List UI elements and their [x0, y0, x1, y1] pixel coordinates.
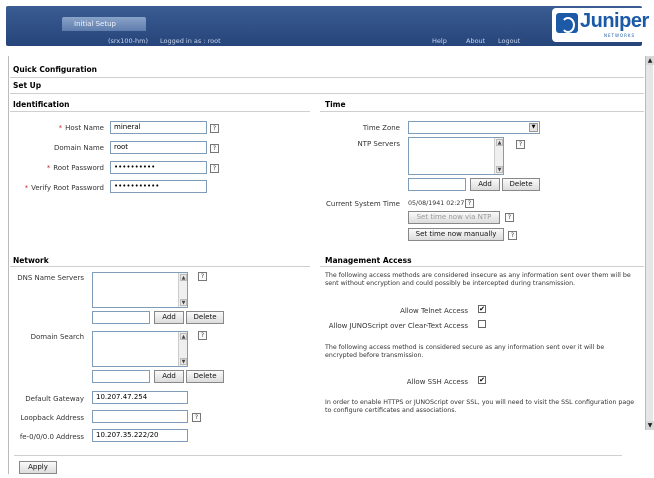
- default-gateway-label: Default Gateway: [25, 395, 84, 403]
- scroll-down-icon[interactable]: ▼: [646, 421, 654, 430]
- root-password-input[interactable]: ••••••••••: [110, 161, 207, 174]
- telnet-checkbox[interactable]: ✔: [478, 305, 486, 313]
- divider: [14, 455, 622, 456]
- telnet-label: Allow Telnet Access: [400, 307, 468, 315]
- time-zone-select[interactable]: ▼: [408, 121, 540, 134]
- juniper-logo-icon: [556, 13, 578, 33]
- scroll-down-icon[interactable]: ▼: [180, 299, 187, 306]
- scroll-down-icon[interactable]: ▼: [496, 166, 503, 173]
- domain-name-label: Domain Name: [53, 144, 104, 152]
- delete-dns-button[interactable]: Delete: [186, 311, 224, 324]
- divider: [10, 111, 310, 112]
- add-dns-button[interactable]: Add: [154, 311, 184, 324]
- logo-subtext: NETWORKS: [604, 33, 636, 38]
- help-icon[interactable]: ?: [198, 272, 207, 281]
- page-title: Quick Configuration: [13, 65, 98, 74]
- add-domain-button[interactable]: Add: [154, 370, 184, 383]
- host-name-label: * Host Name: [58, 124, 104, 132]
- time-zone-label: Time Zone: [362, 124, 400, 132]
- loopback-input[interactable]: [92, 410, 188, 423]
- logged-in-label: Logged in as : root: [160, 37, 221, 45]
- ntp-server-input[interactable]: [408, 178, 466, 191]
- domain-search-label: Domain Search: [30, 333, 84, 341]
- divider: [320, 111, 644, 112]
- divider: [10, 77, 644, 78]
- logout-link[interactable]: Logout: [498, 37, 520, 45]
- secure-notice: The following access method is considere…: [325, 344, 605, 359]
- scroll-up-icon[interactable]: ▲: [180, 274, 187, 281]
- divider: [10, 266, 310, 267]
- add-ntp-button[interactable]: Add: [470, 178, 500, 191]
- required-marker: *: [24, 184, 29, 192]
- divider: [10, 93, 644, 94]
- list-scrollbar[interactable]: ▲ ▼: [178, 332, 187, 366]
- help-icon[interactable]: ?: [465, 199, 474, 208]
- required-marker: *: [58, 124, 63, 132]
- help-icon[interactable]: ?: [505, 213, 514, 222]
- help-icon[interactable]: ?: [508, 231, 517, 240]
- scroll-up-icon[interactable]: ▲: [646, 56, 654, 65]
- ntp-servers-label: NTP Servers: [357, 140, 400, 148]
- ssh-label: Allow SSH Access: [406, 378, 468, 386]
- help-icon[interactable]: ?: [210, 144, 219, 153]
- network-heading: Network: [13, 256, 49, 265]
- help-icon[interactable]: ?: [192, 413, 201, 422]
- dns-servers-list[interactable]: ▲ ▼: [92, 272, 188, 308]
- current-time-label: Current System Time: [326, 200, 400, 208]
- root-password-label: * Root Password: [46, 164, 104, 172]
- insecure-notice: The following access methods are conside…: [325, 272, 631, 287]
- domain-search-input[interactable]: [92, 370, 150, 383]
- ssh-checkbox[interactable]: ✔: [478, 376, 486, 384]
- time-heading: Time: [325, 100, 346, 109]
- fe-address-label: fe-0/0/0.0 Address: [19, 433, 84, 441]
- verify-password-label: * Verify Root Password: [24, 184, 104, 192]
- host-label: (srx100-hm): [108, 37, 149, 45]
- help-icon[interactable]: ?: [198, 331, 207, 340]
- domain-name-input[interactable]: root: [110, 141, 207, 154]
- https-notice: In order to enable HTTPS or JUNOScript o…: [325, 399, 635, 414]
- fe-address-input[interactable]: 10.207.35.222/20: [92, 429, 188, 442]
- help-link[interactable]: Help: [432, 37, 447, 45]
- set-time-manually-button[interactable]: Set time now manually: [408, 228, 504, 241]
- management-heading: Management Access: [325, 256, 412, 265]
- help-icon[interactable]: ?: [210, 164, 219, 173]
- list-scrollbar[interactable]: ▲ ▼: [178, 273, 187, 307]
- junoscript-checkbox[interactable]: [478, 320, 486, 328]
- chevron-down-icon[interactable]: ▼: [529, 123, 538, 132]
- dns-server-input[interactable]: [92, 311, 150, 324]
- tab-initial-setup[interactable]: Initial Setup: [62, 17, 146, 31]
- set-time-ntp-button[interactable]: Set time now via NTP: [408, 211, 500, 224]
- help-icon[interactable]: ?: [210, 124, 219, 133]
- dns-servers-label: DNS Name Servers: [17, 274, 84, 282]
- domain-search-list[interactable]: ▲ ▼: [92, 331, 188, 367]
- scroll-up-icon[interactable]: ▲: [180, 333, 187, 340]
- host-name-input[interactable]: mineral: [110, 121, 207, 134]
- scroll-up-icon[interactable]: ▲: [496, 139, 503, 146]
- help-icon[interactable]: ?: [516, 140, 525, 149]
- verify-password-input[interactable]: •••••••••••: [110, 180, 207, 193]
- apply-button[interactable]: Apply: [19, 461, 57, 474]
- required-marker: *: [46, 164, 51, 172]
- current-time-value: 05/08/1941 02:27: [408, 200, 465, 207]
- logo-text: Juniper: [580, 10, 649, 32]
- delete-domain-button[interactable]: Delete: [186, 370, 224, 383]
- about-link[interactable]: About: [466, 37, 485, 45]
- delete-ntp-button[interactable]: Delete: [502, 178, 540, 191]
- page-subtitle: Set Up: [13, 81, 42, 90]
- page-scrollbar[interactable]: ▲ ▼: [645, 56, 654, 430]
- list-scrollbar[interactable]: ▲ ▼: [494, 138, 503, 174]
- loopback-label: Loopback Address: [20, 414, 84, 422]
- junoscript-label: Allow JUNOScript over Clear-Text Access: [328, 322, 468, 330]
- divider: [320, 266, 644, 267]
- scroll-down-icon[interactable]: ▼: [180, 358, 187, 365]
- ntp-servers-list[interactable]: ▲ ▼: [408, 137, 504, 175]
- default-gateway-input[interactable]: 10.207.47.254: [92, 391, 188, 404]
- identification-heading: Identification: [13, 100, 70, 109]
